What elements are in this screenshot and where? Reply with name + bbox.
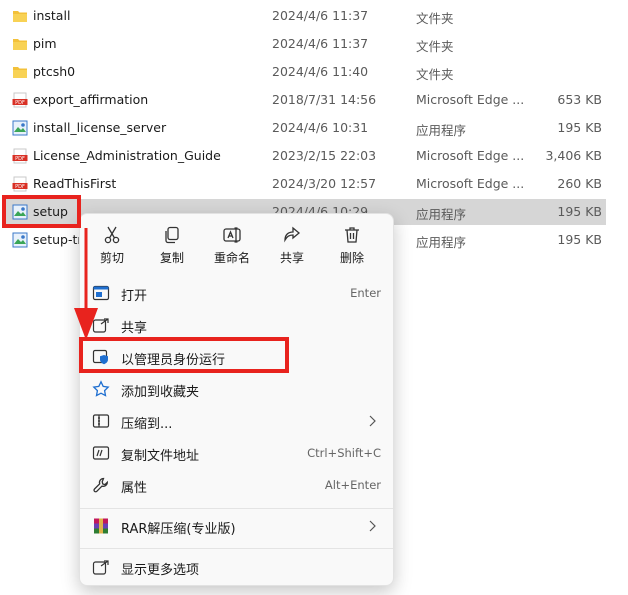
annotation-arrow	[74, 228, 98, 340]
